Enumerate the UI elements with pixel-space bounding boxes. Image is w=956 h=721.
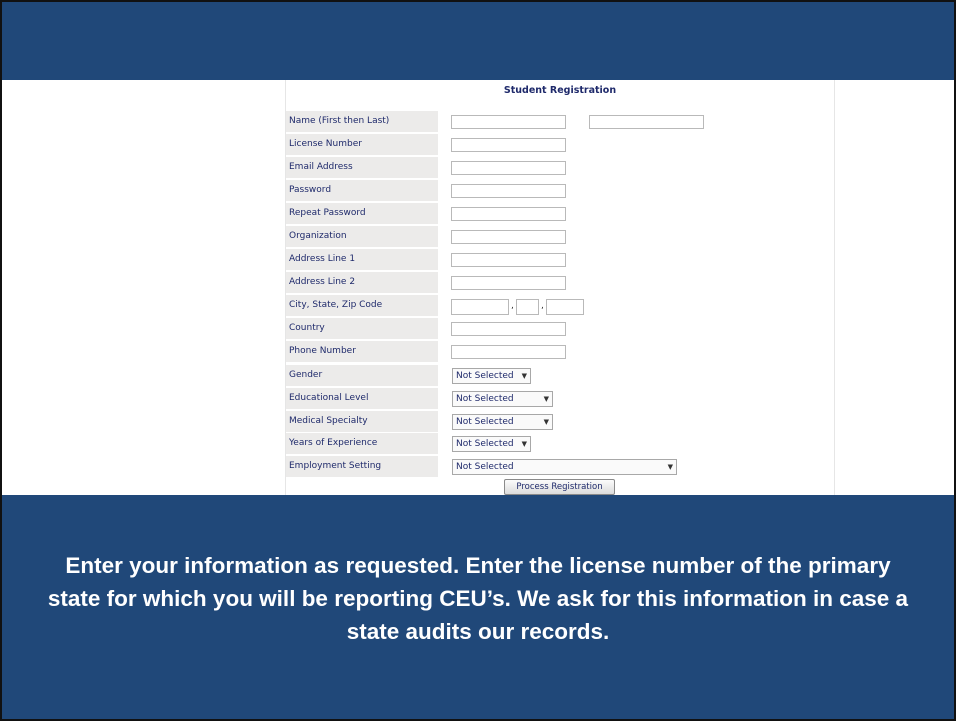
row-city-state-zip: City, State, Zip Code , , — [286, 295, 834, 316]
zip-input[interactable] — [546, 299, 584, 315]
top-banner — [2, 2, 954, 80]
row-experience: Years of Experience Not Selected ▼ — [286, 433, 834, 454]
label-organization: Organization — [286, 226, 438, 247]
license-number-input[interactable] — [451, 138, 566, 152]
label-name: Name (First then Last) — [286, 111, 438, 132]
label-address1: Address Line 1 — [286, 249, 438, 270]
row-education: Educational Level Not Selected ▼ — [286, 388, 834, 409]
specialty-select[interactable]: Not Selected ▼ — [452, 414, 553, 430]
label-address2: Address Line 2 — [286, 272, 438, 293]
slide: Student Registration Name (First then La… — [0, 0, 956, 721]
chevron-down-icon: ▼ — [521, 440, 527, 448]
chevron-down-icon: ▼ — [543, 395, 549, 403]
chevron-down-icon: ▼ — [667, 463, 673, 471]
form-title: Student Registration — [503, 85, 617, 96]
row-country: Country — [286, 318, 834, 339]
label-phone: Phone Number — [286, 341, 438, 362]
gender-select-value: Not Selected — [456, 371, 514, 381]
label-experience: Years of Experience — [286, 433, 438, 454]
email-input[interactable] — [451, 161, 566, 175]
address-line2-input[interactable] — [451, 276, 566, 290]
last-name-input[interactable] — [589, 115, 704, 129]
label-city-state-zip: City, State, Zip Code — [286, 295, 438, 316]
chevron-down-icon: ▼ — [543, 418, 549, 426]
separator-city-state: , — [511, 301, 514, 311]
state-input[interactable] — [516, 299, 539, 315]
label-education: Educational Level — [286, 388, 438, 409]
first-name-input[interactable] — [451, 115, 566, 129]
row-employment: Employment Setting Not Selected ▼ — [286, 456, 834, 477]
experience-select-value: Not Selected — [456, 439, 514, 449]
experience-select[interactable]: Not Selected ▼ — [452, 436, 531, 452]
password-input[interactable] — [451, 184, 566, 198]
row-gender: Gender Not Selected ▼ — [286, 365, 834, 386]
city-input[interactable] — [451, 299, 509, 315]
row-phone: Phone Number — [286, 341, 834, 362]
organization-input[interactable] — [451, 230, 566, 244]
separator-state-zip: , — [541, 301, 544, 311]
country-input[interactable] — [451, 322, 566, 336]
process-registration-button[interactable]: Process Registration — [504, 479, 615, 495]
registration-form: Student Registration Name (First then La… — [285, 80, 835, 495]
specialty-select-value: Not Selected — [456, 417, 514, 427]
label-password: Password — [286, 180, 438, 201]
label-employment: Employment Setting — [286, 456, 438, 477]
employment-select-value: Not Selected — [456, 462, 514, 472]
row-specialty: Medical Specialty Not Selected ▼ — [286, 411, 834, 432]
row-email: Email Address — [286, 157, 834, 178]
row-name: Name (First then Last) — [286, 111, 834, 132]
row-password: Password — [286, 180, 834, 201]
gender-select[interactable]: Not Selected ▼ — [452, 368, 531, 384]
label-country: Country — [286, 318, 438, 339]
chevron-down-icon: ▼ — [521, 372, 527, 380]
row-organization: Organization — [286, 226, 834, 247]
phone-input[interactable] — [451, 345, 566, 359]
registration-screenshot: Student Registration Name (First then La… — [2, 80, 954, 495]
label-repeat-password: Repeat Password — [286, 203, 438, 224]
label-license: License Number — [286, 134, 438, 155]
row-address2: Address Line 2 — [286, 272, 834, 293]
address-line1-input[interactable] — [451, 253, 566, 267]
label-email: Email Address — [286, 157, 438, 178]
label-gender: Gender — [286, 365, 438, 386]
label-specialty: Medical Specialty — [286, 411, 438, 432]
repeat-password-input[interactable] — [451, 207, 566, 221]
row-repeat-password: Repeat Password — [286, 203, 834, 224]
education-select-value: Not Selected — [456, 394, 514, 404]
education-select[interactable]: Not Selected ▼ — [452, 391, 553, 407]
employment-select[interactable]: Not Selected ▼ — [452, 459, 677, 475]
row-license: License Number — [286, 134, 834, 155]
row-address1: Address Line 1 — [286, 249, 834, 270]
slide-caption: Enter your information as requested. Ent… — [47, 553, 909, 644]
